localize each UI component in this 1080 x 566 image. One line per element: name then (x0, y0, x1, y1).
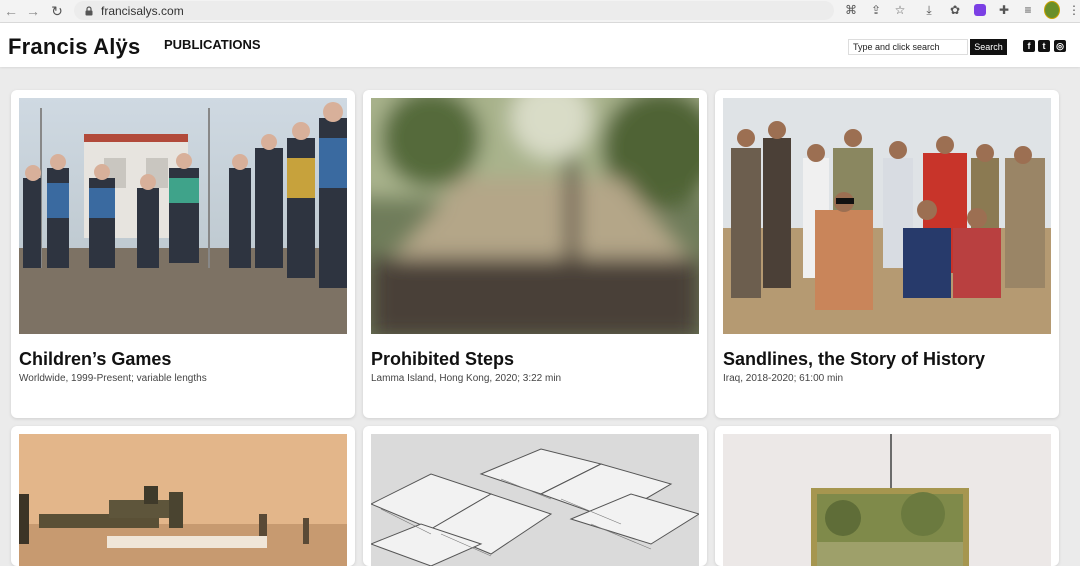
work-card[interactable]: Prohibited Steps Lamma Island, Hong Kong… (363, 90, 707, 418)
menu-icon[interactable]: ⋮ (1066, 2, 1080, 18)
translate-icon[interactable]: ⌘ (843, 2, 859, 18)
work-title[interactable]: Prohibited Steps (371, 349, 514, 370)
share-icon[interactable]: ⇪ (868, 2, 884, 18)
site-header: Francis Alÿs PUBLICATIONS Search f t ◎ (0, 23, 1080, 67)
work-card[interactable] (715, 426, 1059, 566)
work-meta: Worldwide, 1999-Present; variable length… (19, 373, 207, 384)
media-queue-icon[interactable]: ≡ (1020, 2, 1036, 18)
reload-icon[interactable]: ↻ (48, 2, 66, 20)
work-thumbnail[interactable] (19, 98, 347, 334)
extension-purple-icon[interactable] (972, 2, 988, 18)
work-card[interactable] (363, 426, 707, 566)
work-thumbnail[interactable] (723, 434, 1051, 566)
forward-icon[interactable]: → (24, 2, 42, 20)
instagram-icon[interactable]: ◎ (1054, 40, 1066, 52)
work-card[interactable] (11, 426, 355, 566)
puzzle-icon[interactable]: ✚ (996, 2, 1012, 18)
browser-toolbar: ← → ↻ francisalys.com ⌘ ⇪ ☆ ⤓ ✿ ✚ ≡ ⋮ (0, 0, 1080, 23)
facebook-icon[interactable]: f (1023, 40, 1035, 52)
profile-avatar[interactable] (1044, 1, 1060, 19)
work-card[interactable]: Children’s Games Worldwide, 1999-Present… (11, 90, 355, 418)
work-card[interactable]: Sandlines, the Story of History Iraq, 20… (715, 90, 1059, 418)
work-meta: Iraq, 2018-2020; 61:00 min (723, 373, 844, 384)
back-icon[interactable]: ← (2, 2, 20, 20)
work-title[interactable]: Sandlines, the Story of History (723, 349, 985, 370)
work-thumbnail[interactable] (19, 434, 347, 566)
download-icon[interactable]: ⤓ (921, 2, 937, 18)
search-input[interactable] (848, 39, 968, 55)
work-meta: Lamma Island, Hong Kong, 2020; 3:22 min (371, 373, 562, 384)
site-logo[interactable]: Francis Alÿs (8, 34, 140, 60)
twitter-icon[interactable]: t (1038, 40, 1050, 52)
address-bar[interactable]: francisalys.com (74, 1, 834, 20)
bookmark-star-icon[interactable]: ☆ (892, 2, 908, 18)
lock-icon (85, 5, 93, 15)
nav-publications[interactable]: PUBLICATIONS (164, 37, 261, 52)
work-thumbnail[interactable] (723, 98, 1051, 334)
work-thumbnail[interactable] (371, 98, 699, 334)
url-text: francisalys.com (101, 3, 184, 18)
work-title[interactable]: Children’s Games (19, 349, 171, 370)
work-thumbnail[interactable] (371, 434, 699, 566)
search-button[interactable]: Search (970, 39, 1007, 55)
extension-icon[interactable]: ✿ (947, 2, 963, 18)
